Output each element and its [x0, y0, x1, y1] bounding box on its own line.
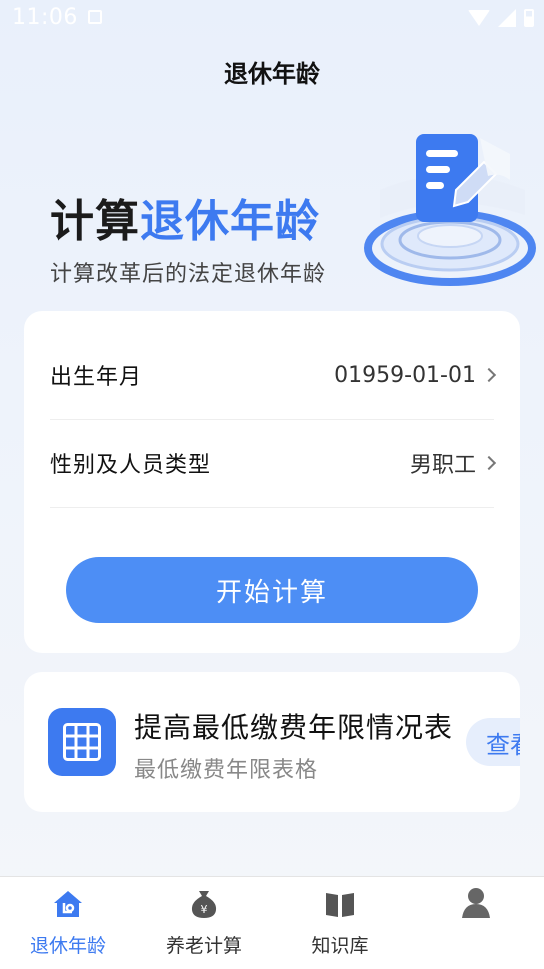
hero-title: 计算退休年龄 [50, 185, 320, 249]
chevron-right-icon [481, 455, 497, 471]
user-icon [459, 887, 493, 921]
status-bar: 11:06 [0, 0, 544, 36]
info-card-title: 提高最低缴费年限情况表 [134, 711, 454, 744]
birth-date-value[interactable]: 01959-01-01 [334, 362, 497, 388]
birth-date-row[interactable]: 出生年月 01959-01-01 [50, 331, 497, 420]
nav-item-profile[interactable] [408, 887, 544, 967]
gender-type-value[interactable]: 男职工 [409, 447, 497, 479]
nav-item-knowledge-base[interactable]: 知识库 [272, 887, 408, 967]
chevron-right-icon [481, 367, 497, 383]
start-calculation-button[interactable]: 开始计算 [66, 557, 478, 623]
page-title: 退休年龄 [224, 60, 320, 88]
battery-icon [524, 9, 534, 27]
birth-date-text: 01959-01-01 [334, 362, 476, 388]
status-icons [468, 8, 534, 28]
hero-subtitle: 计算改革后的法定退休年龄 [50, 262, 327, 287]
nav-item-retirement-age[interactable]: 退休年龄 [0, 887, 136, 967]
min-contribution-card[interactable]: 提高最低缴费年限情况表 最低缴费年限表格 查看 [24, 672, 520, 812]
document-illustration [364, 134, 536, 286]
nav-item-pension-calc[interactable]: ¥ 养老计算 [136, 887, 272, 967]
nav-label-pension-calc: 养老计算 [165, 935, 242, 957]
wifi-icon [468, 10, 490, 26]
notification-icon [88, 10, 102, 24]
view-table-button[interactable]: 查看 [466, 718, 520, 766]
house-icon [51, 887, 85, 921]
birth-date-label: 出生年月 [50, 365, 143, 390]
hero-title-plain: 计算 [50, 196, 140, 247]
gender-type-label: 性别及人员类型 [50, 453, 212, 478]
book-icon [323, 887, 357, 921]
nav-label-knowledge-base: 知识库 [311, 935, 369, 957]
info-card-subtitle: 最低缴费年限表格 [134, 758, 319, 783]
table-grid-icon [48, 708, 116, 776]
nav-label-retirement-age: 退休年龄 [29, 935, 106, 957]
status-time: 11:06 [12, 5, 78, 30]
signal-icon [498, 9, 516, 27]
svg-text:¥: ¥ [201, 903, 208, 916]
hero-title-accent: 退休年龄 [140, 196, 320, 247]
bottom-nav: 退休年龄 ¥ 养老计算 知识库 [0, 876, 544, 969]
gender-type-text: 男职工 [409, 453, 476, 478]
money-bag-icon: ¥ [187, 887, 221, 921]
retirement-form-card: 出生年月 01959-01-01 性别及人员类型 男职工 开始计算 [24, 311, 520, 653]
gender-type-row[interactable]: 性别及人员类型 男职工 [50, 419, 497, 508]
